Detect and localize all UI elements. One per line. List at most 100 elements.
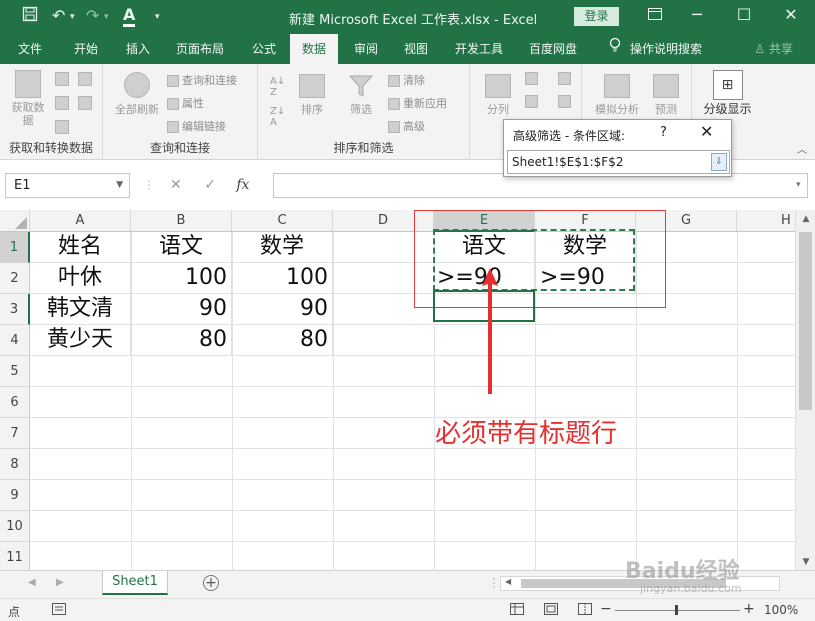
tab-formulas[interactable]: 公式 — [240, 34, 288, 64]
scroll-up-icon[interactable]: ▲ — [796, 214, 815, 224]
scroll-left-icon[interactable]: ◀ — [505, 577, 511, 586]
help-button[interactable]: ? — [660, 125, 667, 140]
queries-connections-button[interactable]: 查询和连接 — [167, 72, 237, 88]
filter-button[interactable]: 筛选 — [344, 74, 378, 117]
macro-record-icon[interactable] — [52, 603, 66, 618]
close-icon[interactable]: ✕ — [776, 5, 806, 24]
flash-fill-icon[interactable] — [525, 72, 538, 85]
cell-c2[interactable]: 100 — [232, 263, 333, 294]
redo-dropdown-icon[interactable]: ▾ — [104, 12, 109, 22]
refresh-all-button[interactable]: 全部刷新 — [109, 72, 165, 117]
cell-a3[interactable]: 韩文清 — [30, 294, 131, 325]
minimize-icon[interactable]: ─ — [682, 5, 712, 24]
outline-button[interactable]: ⊞ 分级显示 — [700, 70, 755, 117]
from-web-icon[interactable] — [55, 96, 69, 110]
row-header-6[interactable]: 6 — [0, 387, 30, 418]
sort-za-icon[interactable]: Z↓ A — [270, 106, 285, 128]
recent-sources-icon[interactable] — [78, 72, 92, 86]
share-button[interactable]: ♙ 共享 — [754, 34, 793, 64]
tab-data[interactable]: 数据 — [290, 34, 338, 64]
from-text-icon[interactable] — [55, 72, 69, 86]
existing-connections-icon[interactable] — [78, 96, 92, 110]
add-sheet-icon[interactable]: + — [203, 575, 219, 591]
row-header-7[interactable]: 7 — [0, 418, 30, 449]
insert-function-icon[interactable]: fx — [236, 177, 249, 193]
cell-a2[interactable]: 叶休 — [30, 263, 131, 294]
chevron-down-icon[interactable]: ▼ — [116, 174, 123, 197]
consolidate-icon[interactable] — [558, 72, 571, 85]
expand-dialog-icon[interactable]: ⇩ — [711, 153, 727, 171]
column-header-a[interactable]: A — [30, 210, 131, 232]
from-table-icon[interactable] — [55, 120, 69, 134]
vertical-scrollbar[interactable]: ▲ ▼ — [795, 210, 815, 570]
vertical-scroll-thumb[interactable] — [799, 232, 812, 410]
undo-icon[interactable]: ↶ — [52, 6, 65, 25]
row-header-4[interactable]: 4 — [0, 325, 30, 356]
reapply-button[interactable]: 重新应用 — [388, 95, 447, 111]
sort-az-icon[interactable]: A↓ Z — [270, 76, 285, 98]
select-all-corner[interactable] — [0, 210, 30, 232]
advanced-button[interactable]: 高级 — [388, 118, 425, 134]
split-button[interactable]: 分列 — [480, 74, 516, 117]
cell-a4[interactable]: 黄少天 — [30, 325, 131, 356]
tab-page-layout[interactable]: 页面布局 — [168, 34, 232, 64]
next-sheet-icon[interactable]: ▶ — [56, 577, 64, 588]
split-handle-icon[interactable]: ⋮ — [488, 576, 500, 590]
zoom-in-icon[interactable]: + — [743, 601, 755, 617]
edit-links-button[interactable]: 编辑链接 — [167, 118, 226, 134]
cell-a1[interactable]: 姓名 — [30, 232, 131, 263]
worksheet-grid[interactable]: A B C D E F G H 1 2 3 4 5 6 7 8 9 10 11 … — [0, 210, 795, 570]
save-icon[interactable] — [22, 6, 38, 26]
row-header-3[interactable]: 3 — [0, 294, 30, 325]
login-button[interactable]: 登录 — [574, 7, 619, 26]
row-header-2[interactable]: 2 — [0, 263, 30, 294]
cell-b3[interactable]: 90 — [131, 294, 232, 325]
sheet-tab-sheet1[interactable]: Sheet1 — [102, 571, 168, 595]
collapse-ribbon-icon[interactable]: ︿ — [797, 141, 807, 156]
row-header-5[interactable]: 5 — [0, 356, 30, 387]
criteria-range-input[interactable]: Sheet1!$E$1:$F$2 ⇩ — [507, 150, 730, 174]
cell-c4[interactable]: 80 — [232, 325, 333, 356]
clear-button[interactable]: 清除 — [388, 72, 425, 88]
redo-icon[interactable]: ↷ — [86, 6, 99, 25]
prev-sheet-icon[interactable]: ◀ — [28, 577, 36, 588]
tab-view[interactable]: 视图 — [392, 34, 440, 64]
maximize-icon[interactable]: ☐ — [729, 5, 759, 24]
column-header-h[interactable]: H — [737, 210, 795, 232]
page-break-view-icon[interactable] — [578, 603, 592, 618]
zoom-level[interactable]: 100% — [764, 603, 798, 617]
zoom-slider-handle[interactable] — [675, 605, 678, 615]
forecast-button[interactable]: 预测 — [648, 74, 684, 117]
expand-formula-icon[interactable]: ▾ — [796, 180, 801, 190]
undo-dropdown-icon[interactable]: ▾ — [70, 12, 75, 22]
remove-duplicates-icon[interactable] — [525, 95, 538, 108]
cancel-icon[interactable]: ✕ — [170, 177, 182, 193]
font-color-icon[interactable]: A — [123, 6, 136, 27]
properties-button[interactable]: 属性 — [167, 95, 204, 111]
cell-b2[interactable]: 100 — [131, 263, 232, 294]
scroll-down-icon[interactable]: ▼ — [796, 557, 815, 567]
tell-me-search[interactable]: 操作说明搜索 — [630, 34, 710, 64]
relationships-icon[interactable] — [558, 95, 571, 108]
row-header-1[interactable]: 1 — [0, 232, 30, 263]
dialog-close-button[interactable]: ✕ — [700, 122, 713, 141]
normal-view-icon[interactable] — [510, 603, 524, 618]
customize-toolbar-icon[interactable]: ▾ — [155, 12, 160, 22]
tab-baidu-netdisk[interactable]: 百度网盘 — [520, 34, 586, 64]
tab-developer[interactable]: 开发工具 — [446, 34, 512, 64]
cell-b4[interactable]: 80 — [131, 325, 232, 356]
tab-insert[interactable]: 插入 — [114, 34, 162, 64]
get-data-button[interactable]: 获取数 据 — [8, 70, 48, 127]
zoom-out-icon[interactable]: − — [600, 601, 612, 617]
drag-handle-icon[interactable]: ⋮ — [143, 178, 155, 192]
row-header-8[interactable]: 8 — [0, 449, 30, 480]
ribbon-display-icon[interactable] — [640, 5, 670, 24]
enter-icon[interactable]: ✓ — [204, 177, 216, 193]
row-header-11[interactable]: 11 — [0, 542, 30, 570]
column-header-b[interactable]: B — [131, 210, 232, 232]
cell-c3[interactable]: 90 — [232, 294, 333, 325]
name-box[interactable]: E1 ▼ — [5, 173, 130, 198]
row-header-9[interactable]: 9 — [0, 480, 30, 511]
column-header-c[interactable]: C — [232, 210, 333, 232]
cell-b1[interactable]: 语文 — [131, 232, 232, 263]
